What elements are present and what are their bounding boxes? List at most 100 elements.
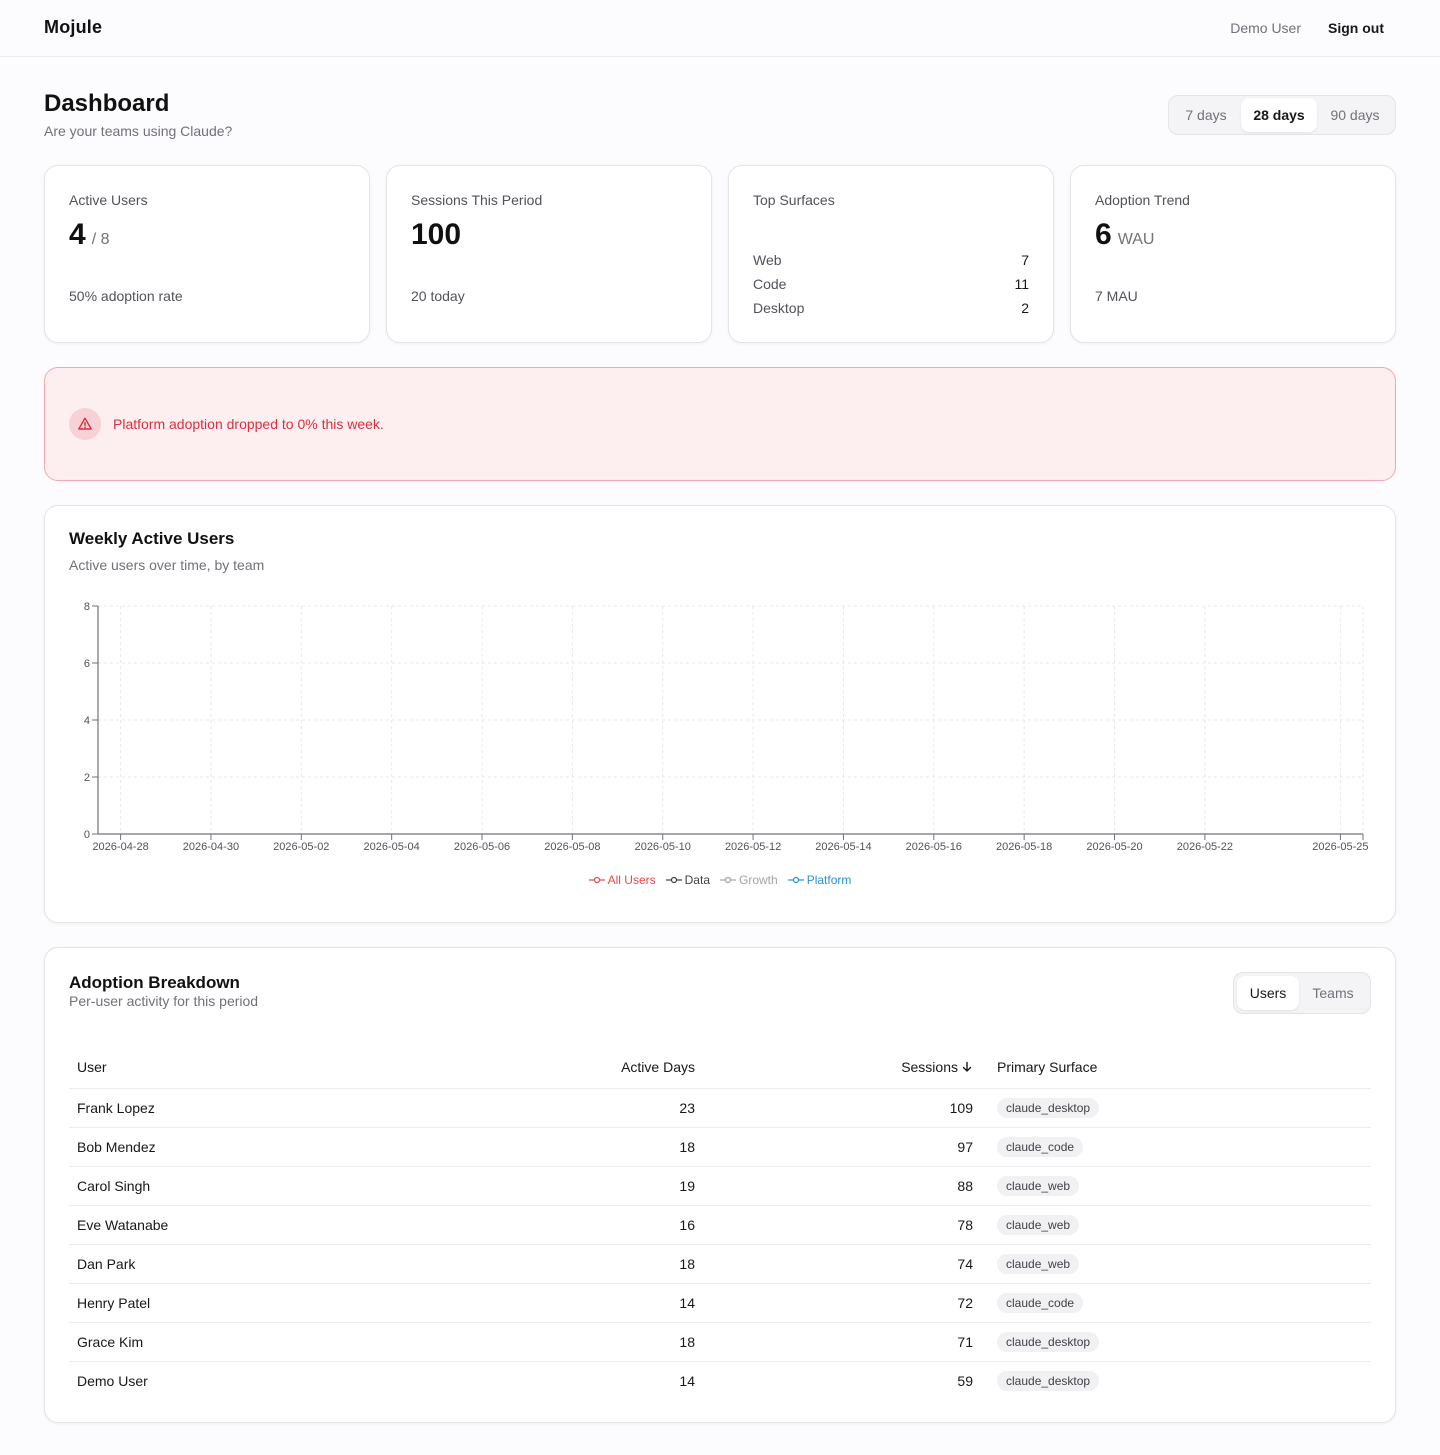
- column-header-active-days[interactable]: Active Days: [455, 1046, 703, 1089]
- x-tick-label: 2026-05-12: [725, 841, 781, 853]
- x-tick-label: 2026-05-10: [635, 841, 691, 853]
- column-header-user[interactable]: User: [69, 1046, 455, 1089]
- cell-user: Carol Singh: [69, 1166, 455, 1206]
- legend-label: All Users: [607, 873, 656, 887]
- cell-user: Dan Park: [69, 1244, 455, 1284]
- wau-line-chart: 0 2 4 6 8 2026-04-28 2026-04-30 2026-05-02 2026-…: [84, 601, 1369, 853]
- cell-user: Henry Patel: [69, 1283, 455, 1323]
- adoption-breakdown-card: Adoption Breakdown Per-user activity for…: [44, 947, 1396, 1423]
- table-row[interactable]: Eve Watanabe 16 78 claude_web: [69, 1205, 1371, 1245]
- active-users-count: 4: [69, 218, 86, 251]
- surface-name: Web: [753, 252, 782, 268]
- weekly-active-users-card: Weekly Active Users Active users over ti…: [44, 505, 1396, 923]
- wau-suffix: WAU: [1117, 231, 1155, 248]
- legend-marker-icon: [787, 876, 804, 884]
- surface-pill: claude_web: [997, 1253, 1080, 1274]
- range-90-days[interactable]: 90 days: [1317, 98, 1393, 132]
- surface-value: 11: [1014, 276, 1029, 292]
- cell-primary-surface: claude_web: [981, 1205, 1371, 1245]
- alert-message: Platform adoption dropped to 0% this wee…: [113, 416, 384, 432]
- x-tick-label: 2026-04-28: [92, 841, 148, 853]
- x-tick-label: 2026-04-30: [183, 841, 239, 853]
- page-subtitle: Are your teams using Claude?: [44, 123, 233, 139]
- adoption-trend-card: Adoption Trend 6 WAU 7 MAU: [1070, 165, 1396, 343]
- table-header-row: User Active Days Sessions Primary Surfac…: [69, 1046, 1371, 1089]
- sign-out-button[interactable]: Sign out: [1328, 20, 1384, 36]
- date-range-selector: 7 days 28 days 90 days: [1168, 95, 1396, 135]
- table-row[interactable]: Bob Mendez 18 97 claude_code: [69, 1127, 1371, 1167]
- x-tick-label: 2026-05-18: [996, 841, 1052, 853]
- stat-value: 4 / 8: [69, 218, 109, 252]
- y-tick-label: 8: [84, 601, 90, 613]
- table-row[interactable]: Frank Lopez 23 109 claude_desktop: [69, 1088, 1371, 1128]
- x-tick-label: 2026-05-22: [1177, 841, 1233, 853]
- total-users: / 8: [91, 231, 110, 248]
- y-tick-label: 0: [84, 829, 90, 841]
- cell-primary-surface: claude_desktop: [981, 1322, 1371, 1362]
- table-row[interactable]: Carol Singh 19 88 claude_web: [69, 1166, 1371, 1206]
- legend-marker-icon: [720, 876, 736, 884]
- y-tick-label: 6: [84, 658, 90, 670]
- cell-active-days: 16: [455, 1205, 703, 1245]
- surface-name: Desktop: [753, 300, 805, 316]
- range-28-days[interactable]: 28 days: [1241, 98, 1317, 132]
- cell-sessions: 74: [703, 1244, 981, 1284]
- tab-teams[interactable]: Teams: [1301, 976, 1365, 1010]
- range-7-days[interactable]: 7 days: [1171, 98, 1241, 132]
- x-tick-label: 2026-05-08: [544, 841, 600, 853]
- x-tick-label: 2026-05-14: [815, 841, 871, 853]
- legend-label: Data: [684, 873, 710, 887]
- stat-value: 6 WAU: [1095, 218, 1154, 252]
- surface-pill: claude_code: [997, 1136, 1084, 1157]
- cell-sessions: 71: [703, 1322, 981, 1362]
- legend-item-growth[interactable]: Growth: [720, 873, 778, 887]
- sessions-today: 20 today: [411, 288, 465, 304]
- x-tick-label: 2026-05-04: [364, 841, 420, 853]
- y-tick-label: 2: [84, 772, 90, 784]
- adoption-alert: Platform adoption dropped to 0% this wee…: [44, 367, 1396, 481]
- cell-sessions: 97: [703, 1127, 981, 1167]
- cell-primary-surface: claude_desktop: [981, 1361, 1371, 1400]
- cell-active-days: 19: [455, 1166, 703, 1206]
- top-bar: Mojule Demo User Sign out: [0, 0, 1440, 57]
- top-surfaces-card: Top Surfaces Web 7 Code 11 Desktop 2: [728, 165, 1054, 343]
- cell-user: Grace Kim: [69, 1322, 455, 1362]
- legend-marker-icon: [665, 876, 682, 884]
- surface-row-web: Web 7: [753, 252, 1029, 268]
- table-row[interactable]: Grace Kim 18 71 claude_desktop: [69, 1322, 1371, 1362]
- cell-primary-surface: claude_web: [981, 1166, 1371, 1206]
- surface-pill: claude_desktop: [997, 1331, 1100, 1352]
- breakdown-title: Adoption Breakdown: [69, 973, 240, 992]
- x-tick-label: 2026-05-16: [906, 841, 962, 853]
- tab-users[interactable]: Users: [1237, 976, 1299, 1010]
- user-breakdown-table: User Active Days Sessions Primary Surfac…: [69, 1046, 1371, 1400]
- cell-sessions: 78: [703, 1205, 981, 1245]
- cell-primary-surface: claude_desktop: [981, 1088, 1371, 1128]
- sessions-count: 100: [411, 218, 462, 251]
- cell-active-days: 18: [455, 1127, 703, 1167]
- cell-active-days: 18: [455, 1244, 703, 1284]
- adoption-rate: 50% adoption rate: [69, 288, 183, 304]
- arrow-down-icon: [962, 1061, 972, 1072]
- column-header-primary-surface[interactable]: Primary Surface: [981, 1046, 1371, 1089]
- column-header-sessions[interactable]: Sessions: [703, 1046, 981, 1089]
- cell-primary-surface: claude_code: [981, 1283, 1371, 1323]
- stat-label: Adoption Trend: [1095, 192, 1190, 208]
- surface-pill: claude_desktop: [997, 1370, 1100, 1391]
- table-row[interactable]: Henry Patel 14 72 claude_code: [69, 1283, 1371, 1323]
- legend-item-data[interactable]: Data: [665, 873, 710, 887]
- y-tick-label: 4: [84, 715, 90, 727]
- table-row[interactable]: Demo User 14 59 claude_desktop: [69, 1361, 1371, 1400]
- surface-pill: claude_desktop: [997, 1097, 1100, 1118]
- current-user-name: Demo User: [1230, 20, 1301, 36]
- x-tick-label: 2026-05-06: [454, 841, 510, 853]
- brand-logo[interactable]: Mojule: [44, 17, 102, 38]
- table-row[interactable]: Dan Park 18 74 claude_web: [69, 1244, 1371, 1284]
- surface-name: Code: [753, 276, 787, 292]
- page-title: Dashboard: [44, 90, 170, 117]
- legend-item-all-users[interactable]: All Users: [588, 873, 656, 887]
- x-tick-label: 2026-05-25: [1312, 841, 1368, 853]
- sessions-header-label: Sessions: [901, 1058, 958, 1075]
- legend-item-platform[interactable]: Platform: [787, 873, 851, 887]
- cell-user: Frank Lopez: [69, 1088, 455, 1128]
